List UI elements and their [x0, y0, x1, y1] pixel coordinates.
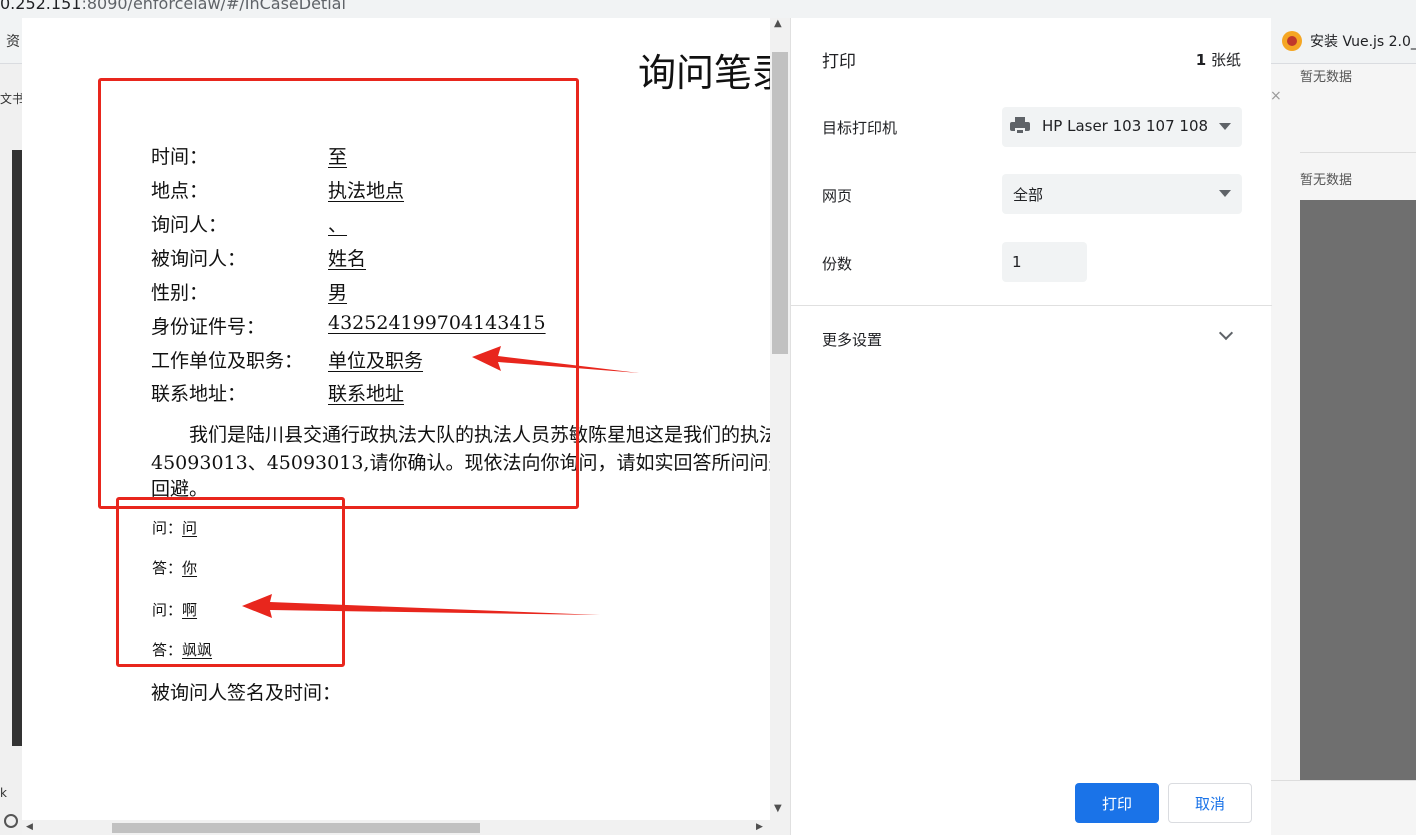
horizontal-scroll-thumb[interactable] — [112, 823, 480, 833]
caret-down-icon — [1219, 190, 1231, 197]
divider — [791, 305, 1272, 306]
scroll-down-icon[interactable]: ▼ — [774, 803, 782, 814]
more-settings-toggle[interactable]: 更多设置 — [791, 318, 1272, 358]
pages-select[interactable]: 全部 — [1002, 174, 1242, 214]
background-dark-panel — [12, 150, 22, 746]
scroll-left-icon[interactable]: ◀ — [26, 822, 33, 832]
sheet-count: 1 张纸 — [1196, 49, 1241, 70]
annotation-box-qa — [116, 497, 345, 667]
bookmark-favicon-icon — [1282, 31, 1302, 51]
print-button[interactable]: 打印 — [1075, 783, 1159, 823]
pages-label: 网页 — [822, 187, 853, 205]
background-overlay — [1300, 200, 1416, 780]
empty-data-text: 暂无数据 — [1300, 70, 1353, 85]
scroll-right-icon[interactable]: ▶ — [756, 822, 763, 832]
copies-label: 份数 — [822, 255, 853, 273]
destination-select[interactable]: HP Laser 103 107 108 — [1002, 107, 1242, 147]
cancel-button[interactable]: 取消 — [1168, 783, 1252, 823]
vertical-scroll-thumb[interactable] — [772, 52, 788, 354]
sheet-count-number: 1 — [1195, 51, 1207, 69]
pages-value: 全部 — [1013, 186, 1044, 204]
block-icon — [4, 814, 18, 828]
sheet-count-unit: 张纸 — [1210, 51, 1241, 69]
url-host: 0.252.151 — [0, 0, 82, 13]
url-path: :8090/enforcelaw/#/InCaseDetial — [81, 0, 346, 13]
caret-down-icon — [1219, 123, 1231, 130]
bookmark-label: 安装 Vue.js 2.0_ — [1310, 34, 1416, 50]
print-settings-panel: 打印 1 张纸 目标打印机 HP Laser 103 107 108 网页 全部… — [790, 18, 1272, 835]
signature-label: 被询问人签名及时间： — [151, 682, 342, 704]
copies-input[interactable] — [1002, 242, 1087, 282]
scroll-up-icon[interactable]: ▲ — [774, 18, 782, 29]
empty-data-text: 暂无数据 — [1300, 173, 1353, 188]
background-text-k: k — [0, 786, 7, 800]
document-title: 询问笔录 — [638, 51, 770, 95]
divider — [1300, 152, 1416, 153]
printer-icon — [1010, 117, 1030, 135]
background-footer — [1271, 780, 1416, 835]
destination-label: 目标打印机 — [822, 119, 898, 137]
destination-value: HP Laser 103 107 108 — [1042, 117, 1209, 135]
bookmark-item[interactable]: 资 — [6, 31, 20, 51]
annotation-box-fields — [98, 78, 579, 509]
address-bar[interactable]: 0.252.151:8090/enforcelaw/#/InCaseDetial — [0, 0, 1416, 18]
more-settings-label: 更多设置 — [822, 331, 883, 349]
bookmark-vue-install[interactable]: 安装 Vue.js 2.0_ — [1282, 30, 1416, 52]
close-icon[interactable]: × — [1270, 88, 1282, 104]
print-dialog-title: 打印 — [822, 52, 856, 72]
chevron-down-icon — [1218, 325, 1234, 341]
print-preview[interactable]: 询问笔录 时间： 至 地点： 执法地点 询问人： 、 被询问人： 姓名 性别： … — [22, 18, 770, 835]
